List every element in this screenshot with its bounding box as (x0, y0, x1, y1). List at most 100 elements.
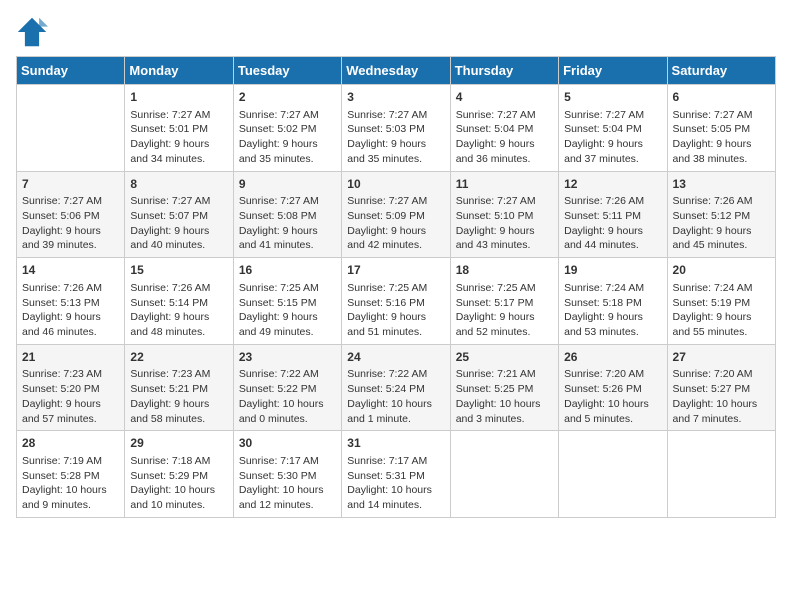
day-number: 3 (347, 89, 444, 106)
day-info: Sunrise: 7:26 AMSunset: 5:12 PMDaylight:… (673, 194, 770, 253)
calendar-cell: 31Sunrise: 7:17 AMSunset: 5:31 PMDayligh… (342, 431, 450, 518)
logo-icon (16, 16, 48, 48)
calendar-cell: 7Sunrise: 7:27 AMSunset: 5:06 PMDaylight… (17, 171, 125, 258)
day-info: Sunrise: 7:27 AMSunset: 5:10 PMDaylight:… (456, 194, 553, 253)
day-info: Sunrise: 7:25 AMSunset: 5:16 PMDaylight:… (347, 281, 444, 340)
calendar-cell: 27Sunrise: 7:20 AMSunset: 5:27 PMDayligh… (667, 344, 775, 431)
day-number: 12 (564, 176, 661, 193)
calendar-cell: 1 Sunrise: 7:27 AMSunset: 5:01 PMDaylight… (125, 85, 233, 172)
day-number: 28 (22, 435, 119, 452)
day-number: 2 (239, 89, 336, 106)
calendar-cell: 29Sunrise: 7:18 AMSunset: 5:29 PMDayligh… (125, 431, 233, 518)
day-info: Sunrise: 7:27 AMSunset: 5:01 PMDaylight:… (130, 108, 227, 167)
day-info: Sunrise: 7:18 AMSunset: 5:29 PMDaylight:… (130, 454, 227, 513)
day-number: 20 (673, 262, 770, 279)
day-info: Sunrise: 7:27 AMSunset: 5:04 PMDaylight:… (564, 108, 661, 167)
calendar-cell (559, 431, 667, 518)
calendar-cell: 24Sunrise: 7:22 AMSunset: 5:24 PMDayligh… (342, 344, 450, 431)
calendar-cell: 9Sunrise: 7:27 AMSunset: 5:08 PMDaylight… (233, 171, 341, 258)
calendar-cell (17, 85, 125, 172)
day-number: 9 (239, 176, 336, 193)
day-info: Sunrise: 7:25 AMSunset: 5:17 PMDaylight:… (456, 281, 553, 340)
calendar-cell: 23Sunrise: 7:22 AMSunset: 5:22 PMDayligh… (233, 344, 341, 431)
day-info: Sunrise: 7:23 AMSunset: 5:21 PMDaylight:… (130, 367, 227, 426)
day-info: Sunrise: 7:26 AMSunset: 5:11 PMDaylight:… (564, 194, 661, 253)
day-info: Sunrise: 7:27 AMSunset: 5:03 PMDaylight:… (347, 108, 444, 167)
day-info: Sunrise: 7:20 AMSunset: 5:27 PMDaylight:… (673, 367, 770, 426)
day-info: Sunrise: 7:27 AMSunset: 5:06 PMDaylight:… (22, 194, 119, 253)
header-day-friday: Friday (559, 57, 667, 85)
calendar-cell: 15 Sunrise: 7:26 AMSunset: 5:14 PMDayligh… (125, 258, 233, 345)
calendar-cell: 19 Sunrise: 7:24 AMSunset: 5:18 PMDayligh… (559, 258, 667, 345)
day-number: 6 (673, 89, 770, 106)
header-day-monday: Monday (125, 57, 233, 85)
calendar-cell: 20 Sunrise: 7:24 AMSunset: 5:19 PMDayligh… (667, 258, 775, 345)
day-info: Sunrise: 7:20 AMSunset: 5:26 PMDaylight:… (564, 367, 661, 426)
week-row-3: 21Sunrise: 7:23 AMSunset: 5:20 PMDayligh… (17, 344, 776, 431)
calendar-cell: 8Sunrise: 7:27 AMSunset: 5:07 PMDaylight… (125, 171, 233, 258)
header-day-sunday: Sunday (17, 57, 125, 85)
header-row: SundayMondayTuesdayWednesdayThursdayFrid… (17, 57, 776, 85)
calendar-cell: 11Sunrise: 7:27 AMSunset: 5:10 PMDayligh… (450, 171, 558, 258)
calendar-cell: 28 Sunrise: 7:19 AMSunset: 5:28 PMDayligh… (17, 431, 125, 518)
calendar-cell: 4Sunrise: 7:27 AMSunset: 5:04 PMDaylight… (450, 85, 558, 172)
week-row-0: 1 Sunrise: 7:27 AMSunset: 5:01 PMDaylight… (17, 85, 776, 172)
calendar-cell: 21Sunrise: 7:23 AMSunset: 5:20 PMDayligh… (17, 344, 125, 431)
day-number: 19 (564, 262, 661, 279)
calendar-header: SundayMondayTuesdayWednesdayThursdayFrid… (17, 57, 776, 85)
day-info: Sunrise: 7:24 AMSunset: 5:18 PMDaylight:… (564, 281, 661, 340)
day-number: 24 (347, 349, 444, 366)
day-number: 21 (22, 349, 119, 366)
day-info: Sunrise: 7:27 AMSunset: 5:04 PMDaylight:… (456, 108, 553, 167)
day-info: Sunrise: 7:27 AMSunset: 5:02 PMDaylight:… (239, 108, 336, 167)
day-number: 17 (347, 262, 444, 279)
day-number: 8 (130, 176, 227, 193)
calendar-table: SundayMondayTuesdayWednesdayThursdayFrid… (16, 56, 776, 518)
calendar-body: 1 Sunrise: 7:27 AMSunset: 5:01 PMDaylight… (17, 85, 776, 518)
day-number: 31 (347, 435, 444, 452)
day-number: 11 (456, 176, 553, 193)
day-number: 30 (239, 435, 336, 452)
day-number: 25 (456, 349, 553, 366)
calendar-cell: 13Sunrise: 7:26 AMSunset: 5:12 PMDayligh… (667, 171, 775, 258)
day-info: Sunrise: 7:22 AMSunset: 5:22 PMDaylight:… (239, 367, 336, 426)
calendar-cell: 22Sunrise: 7:23 AMSunset: 5:21 PMDayligh… (125, 344, 233, 431)
day-number: 15 (130, 262, 227, 279)
calendar-cell: 18Sunrise: 7:25 AMSunset: 5:17 PMDayligh… (450, 258, 558, 345)
day-number: 27 (673, 349, 770, 366)
calendar-cell: 2 Sunrise: 7:27 AMSunset: 5:02 PMDaylight… (233, 85, 341, 172)
day-number: 16 (239, 262, 336, 279)
calendar-cell: 6 Sunrise: 7:27 AMSunset: 5:05 PMDaylight… (667, 85, 775, 172)
calendar-cell: 16 Sunrise: 7:25 AMSunset: 5:15 PMDayligh… (233, 258, 341, 345)
day-info: Sunrise: 7:27 AMSunset: 5:07 PMDaylight:… (130, 194, 227, 253)
day-info: Sunrise: 7:27 AMSunset: 5:09 PMDaylight:… (347, 194, 444, 253)
day-info: Sunrise: 7:27 AMSunset: 5:05 PMDaylight:… (673, 108, 770, 167)
day-number: 14 (22, 262, 119, 279)
day-info: Sunrise: 7:17 AMSunset: 5:30 PMDaylight:… (239, 454, 336, 513)
week-row-1: 7Sunrise: 7:27 AMSunset: 5:06 PMDaylight… (17, 171, 776, 258)
calendar-cell (667, 431, 775, 518)
day-info: Sunrise: 7:25 AMSunset: 5:15 PMDaylight:… (239, 281, 336, 340)
calendar-cell: 17 Sunrise: 7:25 AMSunset: 5:16 PMDayligh… (342, 258, 450, 345)
day-number: 5 (564, 89, 661, 106)
week-row-4: 28 Sunrise: 7:19 AMSunset: 5:28 PMDayligh… (17, 431, 776, 518)
day-number: 23 (239, 349, 336, 366)
week-row-2: 14Sunrise: 7:26 AMSunset: 5:13 PMDayligh… (17, 258, 776, 345)
calendar-cell: 3 Sunrise: 7:27 AMSunset: 5:03 PMDaylight… (342, 85, 450, 172)
header-day-thursday: Thursday (450, 57, 558, 85)
day-number: 1 (130, 89, 227, 106)
header-day-tuesday: Tuesday (233, 57, 341, 85)
calendar-cell: 14Sunrise: 7:26 AMSunset: 5:13 PMDayligh… (17, 258, 125, 345)
logo (16, 16, 52, 48)
day-info: Sunrise: 7:19 AMSunset: 5:28 PMDaylight:… (22, 454, 119, 513)
day-info: Sunrise: 7:26 AMSunset: 5:14 PMDaylight:… (130, 281, 227, 340)
day-number: 26 (564, 349, 661, 366)
calendar-cell: 26Sunrise: 7:20 AMSunset: 5:26 PMDayligh… (559, 344, 667, 431)
calendar-cell (450, 431, 558, 518)
header-day-saturday: Saturday (667, 57, 775, 85)
day-info: Sunrise: 7:22 AMSunset: 5:24 PMDaylight:… (347, 367, 444, 426)
day-info: Sunrise: 7:27 AMSunset: 5:08 PMDaylight:… (239, 194, 336, 253)
day-info: Sunrise: 7:24 AMSunset: 5:19 PMDaylight:… (673, 281, 770, 340)
calendar-cell: 12Sunrise: 7:26 AMSunset: 5:11 PMDayligh… (559, 171, 667, 258)
page-header (16, 16, 776, 48)
